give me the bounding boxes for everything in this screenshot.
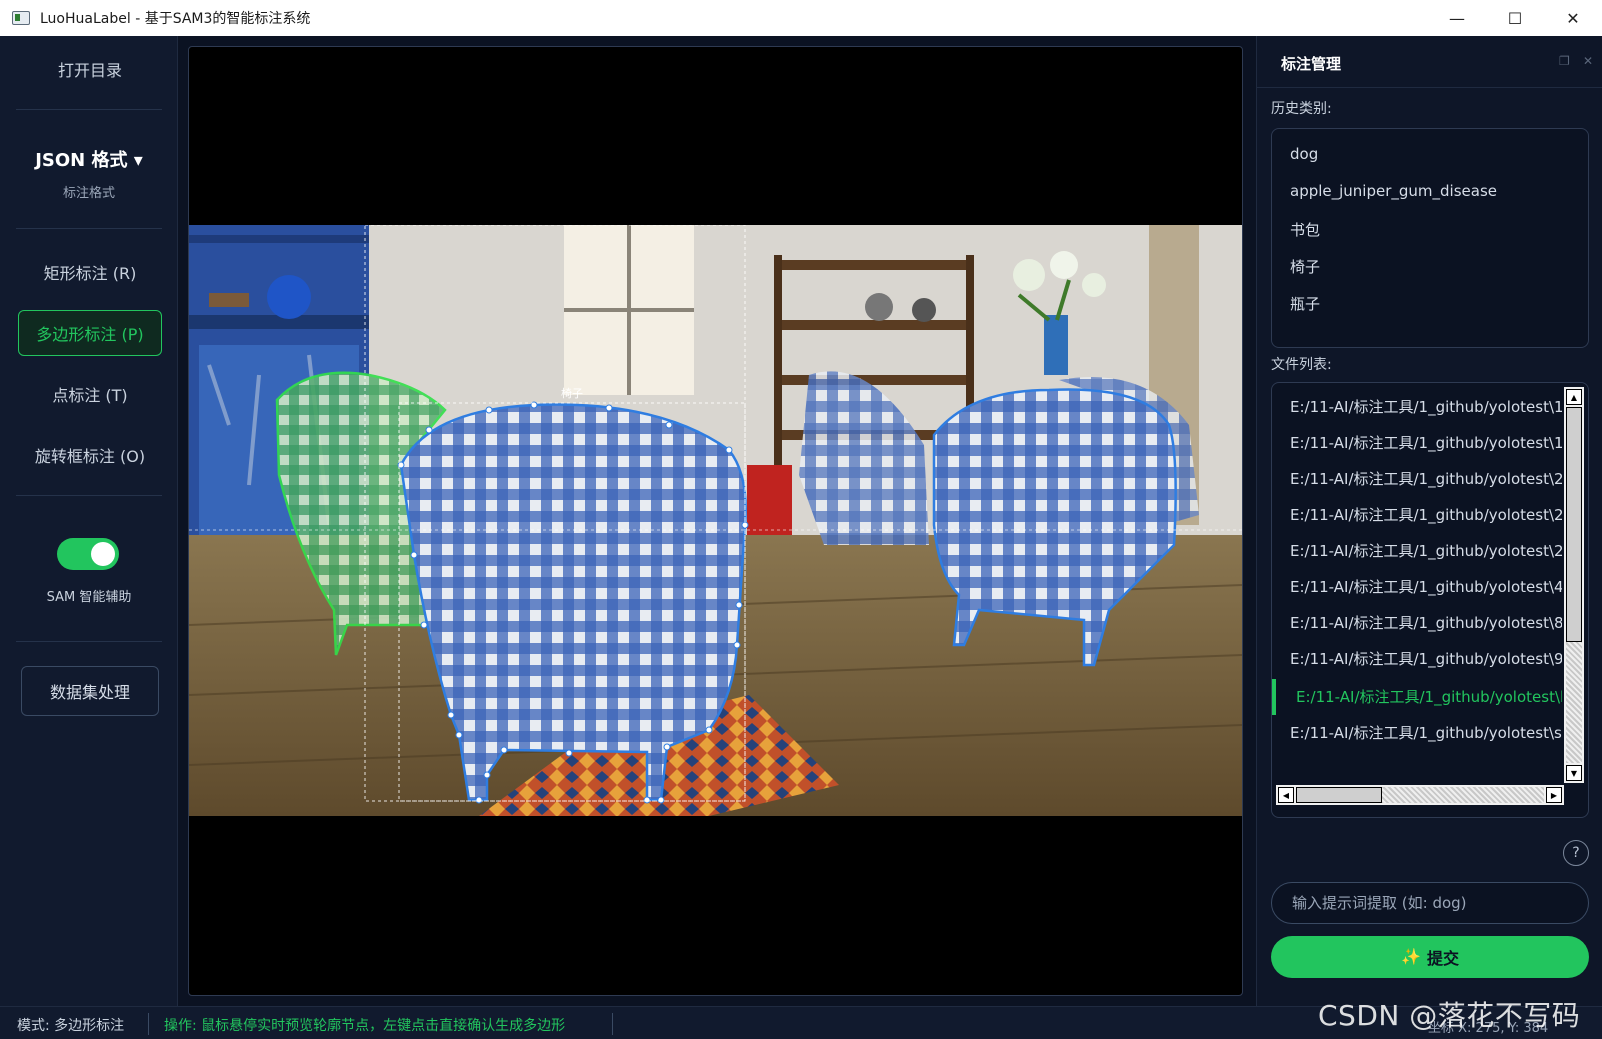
history-label: 历史类别: bbox=[1271, 101, 1332, 117]
close-panel-icon[interactable]: ✕ bbox=[1583, 54, 1593, 68]
submit-button[interactable]: ✨ 提交 bbox=[1271, 936, 1589, 978]
polygon-tool-button[interactable]: 多边形标注 (P) bbox=[18, 310, 162, 356]
rotated-box-tool-button[interactable]: 旋转框标注 (O) bbox=[18, 432, 162, 478]
panel-title: 标注管理 bbox=[1281, 55, 1342, 73]
history-item[interactable]: 书包 bbox=[1290, 219, 1320, 240]
divider bbox=[16, 109, 162, 110]
divider bbox=[16, 641, 162, 642]
history-category-list: dog apple_juniper_gum_disease 书包 椅子 瓶子 bbox=[1271, 128, 1589, 348]
window-controls: — ☐ ✕ bbox=[1428, 0, 1602, 36]
submit-label: 提交 bbox=[1426, 951, 1459, 968]
history-item[interactable]: apple_juniper_gum_disease bbox=[1290, 182, 1497, 200]
sam-toggle-label: SAM 智能辅助 bbox=[46, 590, 132, 605]
sparkle-icon: ✨ bbox=[1401, 949, 1421, 966]
maximize-icon[interactable]: ☐ bbox=[1486, 0, 1544, 36]
horizontal-scrollbar[interactable]: ◀ ▶ bbox=[1276, 785, 1564, 805]
file-list-item[interactable]: E:/11-AI/标注工具/1_github/yolotest\1 bbox=[1272, 425, 1562, 461]
status-separator bbox=[612, 1013, 613, 1035]
point-tool-button[interactable]: 点标注 (T) bbox=[18, 371, 162, 417]
open-directory-button[interactable]: 打开目录 bbox=[18, 46, 162, 92]
vertical-scrollbar[interactable]: ▲ ▼ bbox=[1564, 387, 1584, 783]
annotated-photo[interactable]: 椅子 bbox=[189, 225, 1242, 816]
file-list-label: 文件列表: bbox=[1271, 357, 1332, 373]
file-list-item[interactable]: E:/11-AI/标注工具/1_github/yolotest\4 bbox=[1272, 569, 1562, 605]
dataset-processing-button[interactable]: 数据集处理 bbox=[21, 666, 159, 716]
file-list-item[interactable]: E:/11-AI/标注工具/1_github/yolotest\2 bbox=[1272, 497, 1562, 533]
format-caption: 标注格式 bbox=[62, 186, 115, 201]
scroll-right-icon[interactable]: ▶ bbox=[1546, 787, 1562, 803]
divider bbox=[16, 228, 162, 229]
file-list-item[interactable]: E:/11-AI/标注工具/1_github/yolotest\2 bbox=[1272, 533, 1562, 569]
history-item[interactable]: 椅子 bbox=[1290, 256, 1320, 277]
title-bar: LuoHuaLabel - 基于SAM3的智能标注系统 — ☐ ✕ bbox=[0, 0, 1602, 36]
watermark: CSDN @落花不写码 bbox=[1318, 999, 1581, 1032]
history-item[interactable]: 瓶子 bbox=[1290, 293, 1320, 314]
scroll-thumb[interactable] bbox=[1566, 407, 1582, 642]
scroll-up-icon[interactable]: ▲ bbox=[1566, 389, 1582, 405]
image-canvas[interactable]: 椅子 bbox=[188, 46, 1243, 996]
annotation-label: 椅子 bbox=[561, 386, 583, 400]
status-mode: 模式: 多边形标注 bbox=[17, 1018, 125, 1034]
help-icon[interactable]: ? bbox=[1563, 840, 1589, 866]
file-list-item[interactable]: E:/11-AI/标注工具/1_github/yolotest\2 bbox=[1272, 461, 1562, 497]
rect-tool-button[interactable]: 矩形标注 (R) bbox=[18, 249, 162, 295]
minimize-icon[interactable]: — bbox=[1428, 0, 1486, 36]
file-list-item[interactable]: E:/11-AI/标注工具/1_github/yolotest\1 bbox=[1272, 389, 1562, 425]
status-separator bbox=[148, 1013, 149, 1035]
scroll-thumb[interactable] bbox=[1296, 787, 1382, 803]
float-panel-icon[interactable]: ❐ bbox=[1559, 54, 1570, 68]
annotation-panel: 标注管理 ❐ ✕ 历史类别: dog apple_juniper_gum_dis… bbox=[1256, 36, 1602, 1006]
scroll-left-icon[interactable]: ◀ bbox=[1278, 787, 1294, 803]
file-list-item[interactable]: E:/11-AI/标注工具/1_github/yolotest\s bbox=[1272, 715, 1562, 751]
app-icon bbox=[12, 11, 30, 25]
left-sidebar: 打开目录 JSON 格式 ▾ 标注格式 矩形标注 (R) 多边形标注 (P) 点… bbox=[0, 36, 178, 1006]
window-title: LuoHuaLabel - 基于SAM3的智能标注系统 bbox=[40, 11, 311, 27]
sam-toggle[interactable] bbox=[57, 538, 119, 570]
format-dropdown[interactable]: JSON 格式 ▾ bbox=[0, 146, 178, 172]
prompt-input[interactable] bbox=[1271, 882, 1589, 924]
panel-header: 标注管理 ❐ ✕ bbox=[1257, 36, 1602, 88]
file-list-item-selected[interactable]: E:/11-AI/标注工具/1_github/yolotest\l bbox=[1272, 679, 1562, 715]
file-list-item[interactable]: E:/11-AI/标注工具/1_github/yolotest\8 bbox=[1272, 605, 1562, 641]
history-item[interactable]: dog bbox=[1290, 145, 1318, 163]
file-list-item[interactable]: E:/11-AI/标注工具/1_github/yolotest\9 bbox=[1272, 641, 1562, 677]
close-icon[interactable]: ✕ bbox=[1544, 0, 1602, 36]
divider bbox=[16, 495, 162, 496]
scroll-down-icon[interactable]: ▼ bbox=[1566, 765, 1582, 781]
toggle-knob bbox=[91, 542, 115, 566]
file-list: E:/11-AI/标注工具/1_github/yolotest\1 E:/11-… bbox=[1271, 382, 1589, 818]
status-operation: 操作: 鼠标悬停实时预览轮廓节点，左键点击直接确认生成多边形 bbox=[164, 1018, 566, 1034]
